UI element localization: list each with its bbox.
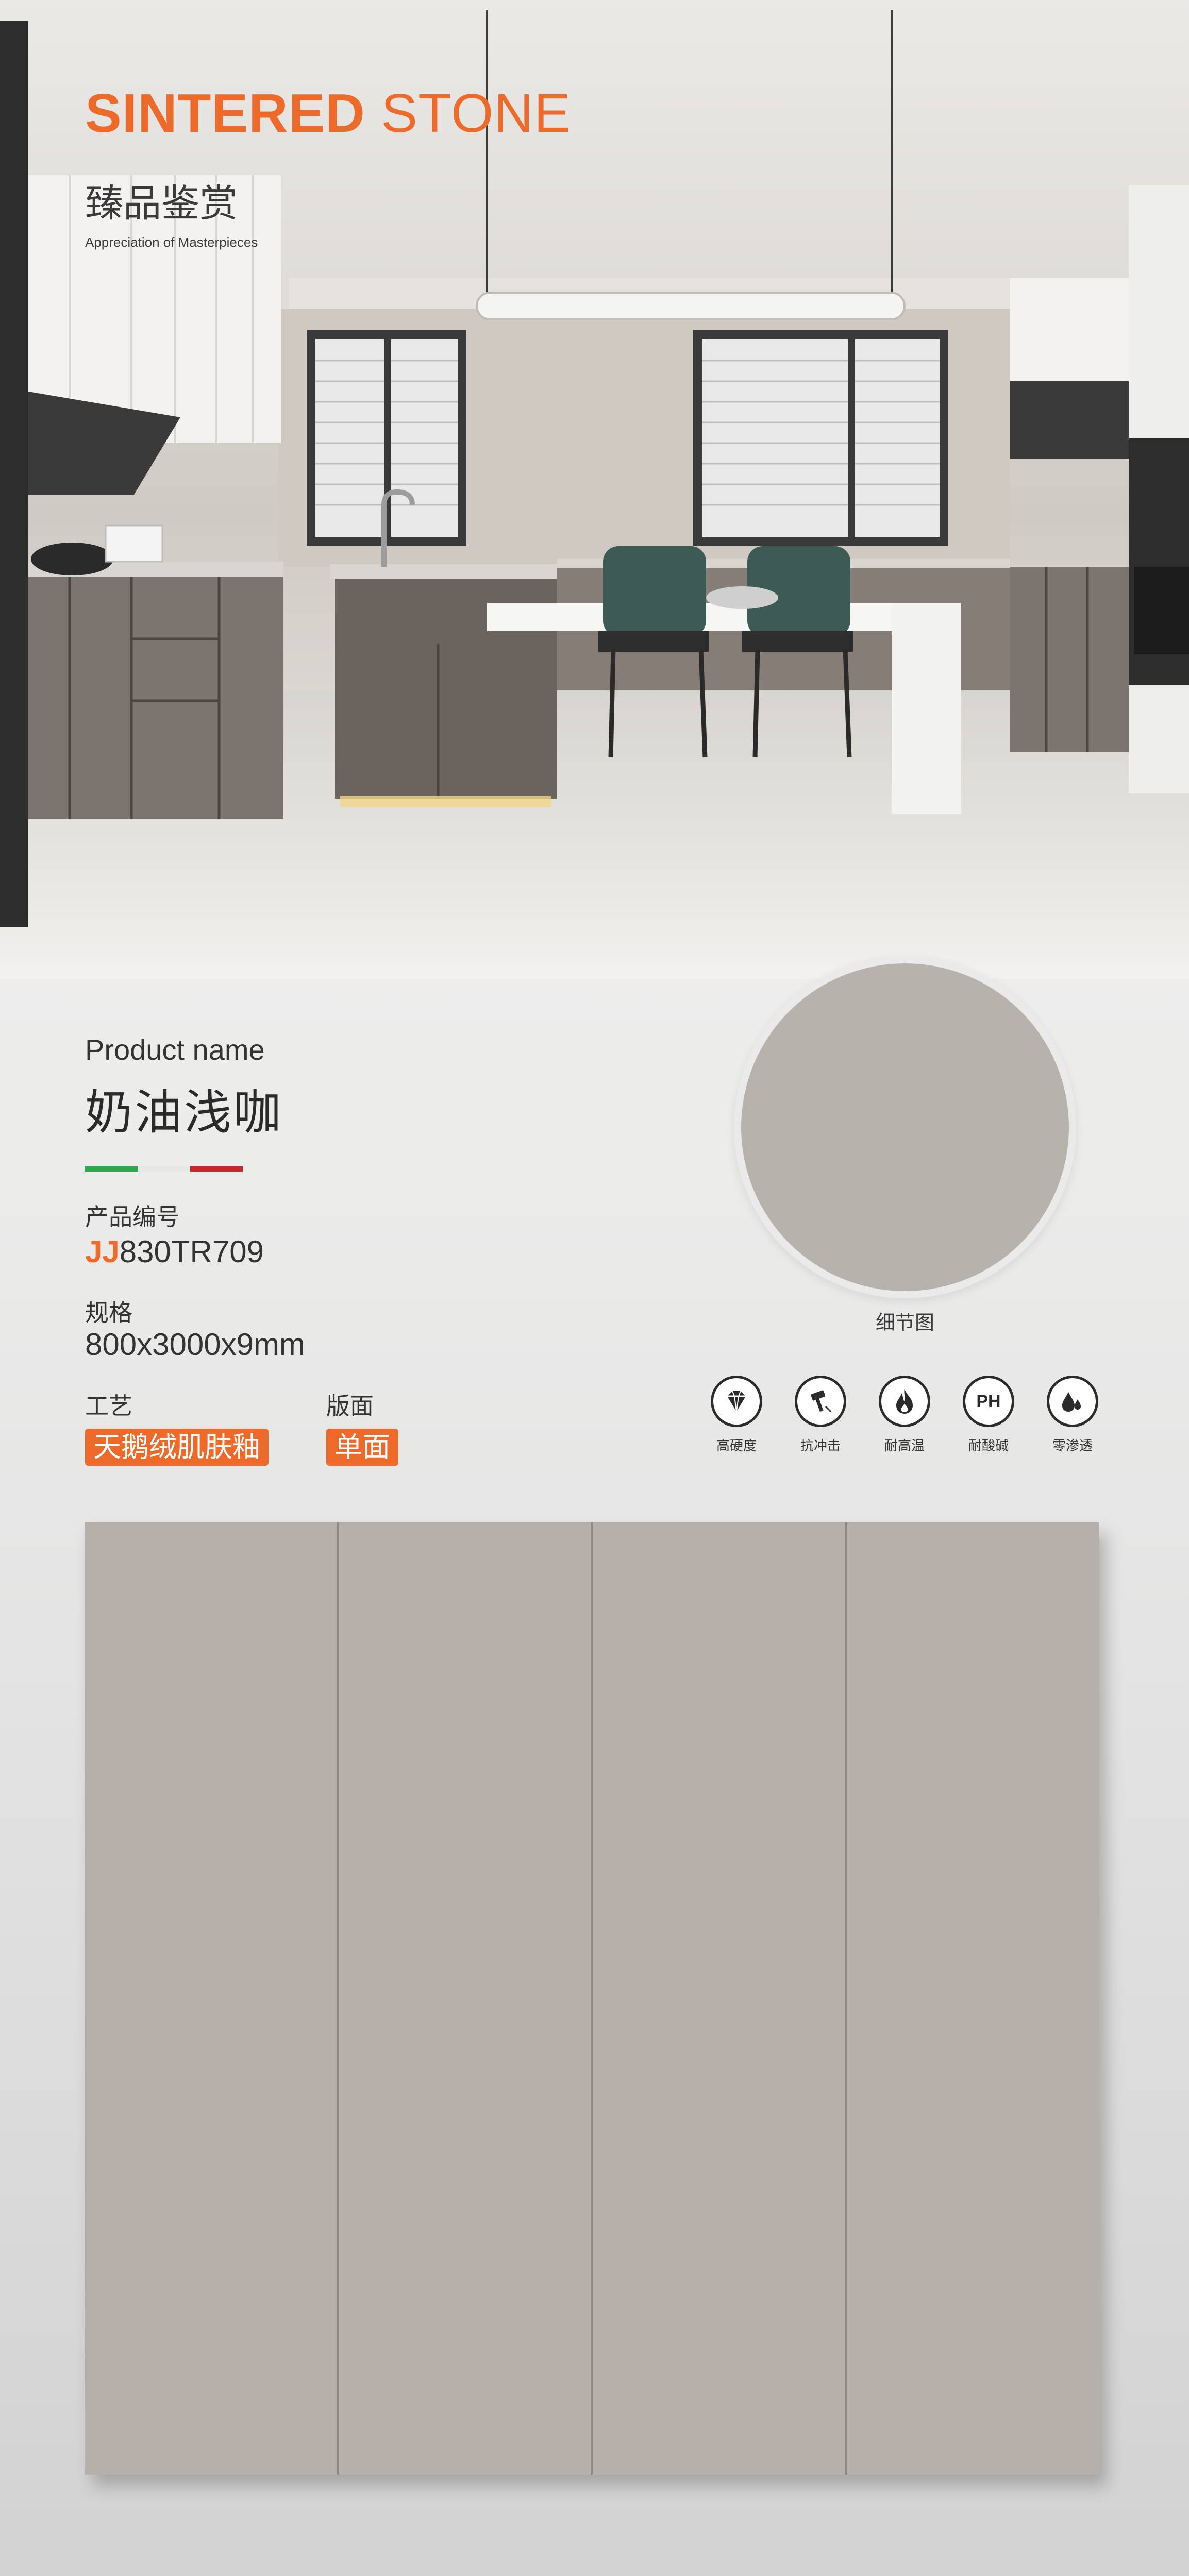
feature-label: 抗冲击: [800, 1438, 841, 1454]
kitchen-illustration: [0, 0, 1189, 979]
brand-title-bold: SINTERED: [85, 83, 365, 144]
swatch-caption: 细节图: [875, 1311, 934, 1334]
brand-title: SINTERED STONE: [85, 82, 571, 145]
feature-hardness: 高硬度: [688, 1376, 785, 1454]
feature-label: 零渗透: [1052, 1438, 1093, 1454]
flag-green: [85, 1166, 138, 1172]
feature-label: 耐高温: [884, 1438, 925, 1454]
craft-label: 工艺: [85, 1392, 132, 1420]
slab-panel: [339, 1522, 593, 2475]
ph-icon: PH: [963, 1376, 1014, 1427]
brand-title-light: STONE: [381, 83, 571, 144]
feature-waterproof: 零渗透: [1024, 1376, 1121, 1454]
slab-panel: [847, 1522, 1099, 2475]
flag-white: [138, 1166, 190, 1172]
diamond-icon: [711, 1376, 762, 1427]
slab-panel: [593, 1522, 847, 2475]
product-code-number: 830TR709: [119, 1234, 264, 1269]
product-code-prefix: JJ: [85, 1234, 120, 1269]
detail-swatch: [741, 963, 1069, 1291]
slab-panels: [85, 1522, 1099, 2475]
feature-impact: 抗冲击: [772, 1376, 869, 1454]
feature-acid-alkali: PH 耐酸碱: [940, 1376, 1037, 1454]
surface-tag: 单面: [326, 1429, 398, 1466]
feature-label: 高硬度: [716, 1438, 757, 1454]
flame-icon: [879, 1376, 930, 1427]
section-title-cn: 臻品鉴赏: [85, 181, 238, 226]
kitchen-scene-image: [0, 0, 1189, 979]
feature-label: 耐酸碱: [968, 1438, 1009, 1454]
droplet-icon: [1047, 1376, 1098, 1427]
surface-label: 版面: [326, 1392, 374, 1420]
craft-tag: 天鹅绒肌肤釉: [85, 1429, 269, 1466]
spec-label: 规格: [85, 1299, 132, 1327]
slab-panel: [85, 1522, 339, 2475]
product-code: JJ830TR709: [85, 1234, 264, 1269]
ph-icon-text: PH: [976, 1391, 1001, 1411]
spec-value: 800x3000x9mm: [85, 1327, 305, 1362]
feature-heat: 耐高温: [856, 1376, 953, 1454]
product-code-label: 产品编号: [85, 1203, 180, 1231]
italian-flag-divider: [85, 1166, 243, 1172]
hammer-icon: [795, 1376, 846, 1427]
flag-red: [190, 1166, 243, 1172]
section-title-en: Appreciation of Masterpieces: [85, 234, 258, 250]
product-name: 奶油浅咖: [85, 1085, 283, 1140]
product-name-label: Product name: [85, 1033, 265, 1066]
